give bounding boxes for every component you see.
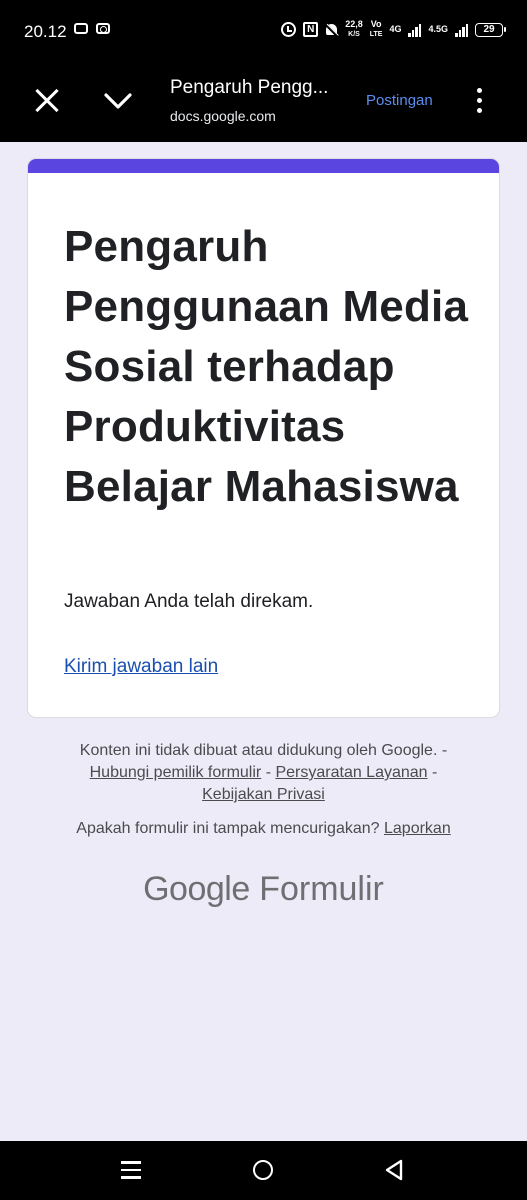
submit-another-link[interactable]: Kirim jawaban lain xyxy=(64,656,218,678)
status-left-icons xyxy=(74,23,110,34)
card-accent-bar xyxy=(28,159,499,173)
footer-separator: - xyxy=(437,742,448,759)
network-speed-value: 22,8 xyxy=(345,19,363,29)
form-title: Pengaruh Penggunaan Media Sosial terhada… xyxy=(64,222,469,511)
custom-tab-toolbar: Pengaruh Pengg... docs.google.com Postin… xyxy=(0,64,527,142)
home-icon[interactable] xyxy=(253,1160,273,1180)
system-nav-bar xyxy=(0,1141,527,1200)
footer-separator: - xyxy=(427,764,438,781)
close-icon[interactable] xyxy=(34,88,60,114)
network-speed: 22,8 K/S xyxy=(345,20,363,39)
signal-icon-2 xyxy=(455,23,468,37)
disclaimer-text: Konten ini tidak dibuat atau didukung ol… xyxy=(79,742,438,759)
nfc-icon: N xyxy=(303,22,319,37)
form-footer: Konten ini tidak dibuat atau didukung ol… xyxy=(0,740,527,806)
brand-product: Formulir xyxy=(259,870,384,908)
instagram-icon xyxy=(96,23,110,34)
network-type-1: 4G xyxy=(389,24,402,34)
confirmation-message: Jawaban Anda telah direkam. xyxy=(64,591,314,612)
suspicious-text: Apakah formulir ini tampak mencurigakan? xyxy=(76,820,380,837)
more-vert-icon[interactable] xyxy=(474,88,484,118)
footer-separator: - xyxy=(261,764,276,781)
notification-icon xyxy=(74,23,88,34)
page-url: docs.google.com xyxy=(170,108,276,124)
alarm-icon xyxy=(281,22,297,37)
report-line: Apakah formulir ini tampak mencurigakan?… xyxy=(0,820,527,838)
terms-link[interactable]: Persyaratan Layanan xyxy=(275,764,427,781)
form-response-card: Pengaruh Penggunaan Media Sosial terhada… xyxy=(27,158,500,718)
google-forms-logo[interactable]: Google Formulir xyxy=(0,870,527,909)
status-bar: 20.12 N 22,8 K/S Vo LTE 4G 4.5G 29 xyxy=(0,0,527,64)
chevron-down-icon[interactable] xyxy=(104,92,132,110)
privacy-link[interactable]: Kebijakan Privasi xyxy=(202,786,325,803)
contact-owner-link[interactable]: Hubungi pemilik formulir xyxy=(90,764,262,781)
network-type-2: 4.5G xyxy=(428,24,448,34)
menu-icon[interactable] xyxy=(121,1161,141,1179)
signal-icon xyxy=(408,23,422,37)
volte-top: Vo xyxy=(370,19,382,29)
status-right-icons: N 22,8 K/S Vo LTE 4G 4.5G 29 xyxy=(281,20,506,39)
back-icon[interactable] xyxy=(384,1159,404,1181)
network-speed-unit: K/S xyxy=(348,31,360,38)
volte-bottom: LTE xyxy=(369,31,383,38)
postingan-button[interactable]: Postingan xyxy=(366,92,433,109)
brand-google: Google xyxy=(143,870,250,908)
volte-indicator: Vo LTE xyxy=(370,20,383,39)
mute-icon xyxy=(325,23,338,37)
status-time: 20.12 xyxy=(24,22,67,41)
battery-icon: 29 xyxy=(475,22,506,37)
report-link[interactable]: Laporkan xyxy=(384,820,451,837)
page-title: Pengaruh Pengg... xyxy=(170,77,329,98)
